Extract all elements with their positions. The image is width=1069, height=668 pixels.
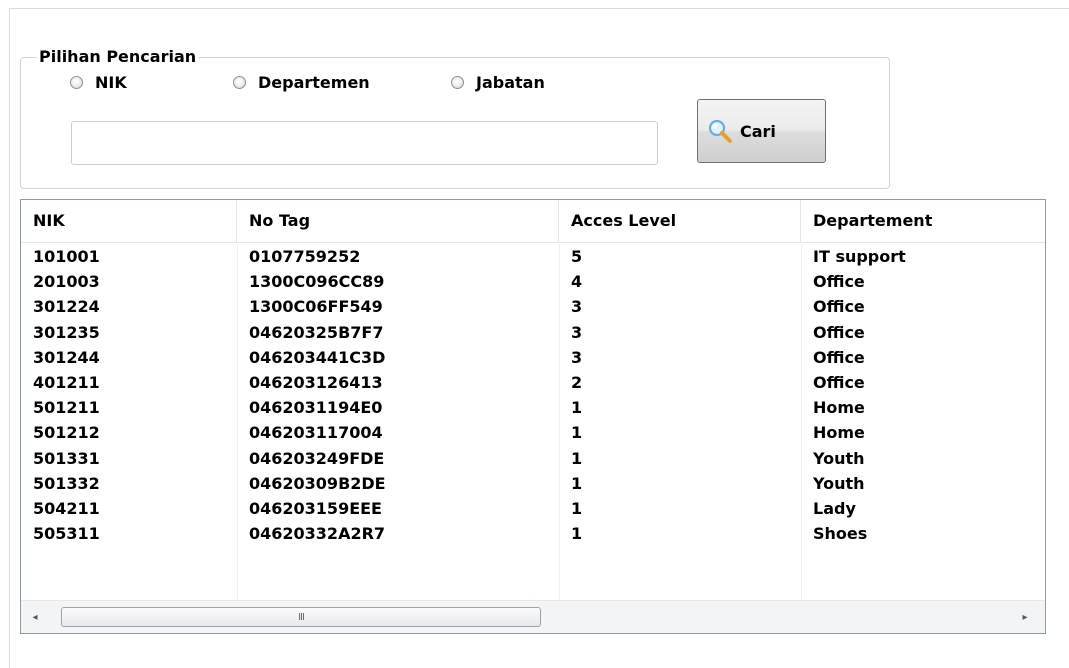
table-row[interactable]: 401211 046203126413 2 Office: [21, 370, 1045, 395]
column-header-departement[interactable]: Departement: [801, 200, 1045, 242]
radio-circle-icon: [70, 75, 83, 89]
cell-nik: 301224: [33, 297, 100, 317]
table-row[interactable]: 501212 046203117004 1 Home: [21, 420, 1045, 445]
cell-acces-level: 1: [571, 473, 583, 493]
table-row[interactable]: 504211 046203159EEE 1 Lady: [21, 496, 1045, 521]
search-input[interactable]: [71, 121, 658, 165]
cell-no-tag: 04620325B7F7: [249, 322, 384, 342]
radio-jabatan[interactable]: Jabatan: [451, 71, 545, 93]
search-button-label: Cari: [740, 121, 776, 141]
table-row[interactable]: 301244 046203441C3D 3 Office: [21, 345, 1045, 370]
cell-departement: Home: [813, 398, 865, 418]
cell-departement: Office: [813, 347, 865, 367]
cell-departement: Office: [813, 272, 865, 292]
cell-no-tag: 046203249FDE: [249, 448, 385, 468]
search-options-label: Pilihan Pencarian: [37, 47, 199, 67]
cell-acces-level: 3: [571, 347, 583, 367]
table-header: NIK No Tag Acces Level Departement: [21, 200, 1045, 243]
cell-no-tag: 046203159EEE: [249, 498, 382, 518]
cell-no-tag: 04620309B2DE: [249, 473, 386, 493]
cell-departement: Shoes: [813, 524, 868, 544]
cell-acces-level: 1: [571, 398, 583, 418]
scroll-right-arrow-icon[interactable]: ▸: [1017, 609, 1033, 625]
scroll-thumb-grip-icon: III: [298, 611, 305, 623]
cell-acces-level: 1: [571, 448, 583, 468]
table-row[interactable]: 501332 04620309B2DE 1 Youth: [21, 471, 1045, 496]
cell-departement: IT support: [813, 247, 906, 266]
cell-departement: Home: [813, 423, 865, 443]
cell-no-tag: 1300C06FF549: [249, 297, 383, 317]
cell-no-tag: 046203117004: [249, 423, 383, 443]
cell-nik: 301244: [33, 347, 100, 367]
table-row[interactable]: 501331 046203249FDE 1 Youth: [21, 446, 1045, 471]
cell-nik: 301235: [33, 322, 100, 342]
cell-departement: Office: [813, 372, 865, 392]
scroll-left-arrow-icon[interactable]: ◂: [27, 609, 43, 625]
column-header-no-tag[interactable]: No Tag: [237, 200, 559, 242]
cell-nik: 501211: [33, 398, 100, 418]
table-row[interactable]: 301235 04620325B7F7 3 Office: [21, 320, 1045, 345]
cell-departement: Youth: [813, 448, 865, 468]
table-row[interactable]: 505311 04620332A2R7 1 Shoes: [21, 521, 1045, 546]
table-body: 101001 0107759252 5 IT support 201003 1300C09…: [21, 244, 1045, 546]
radio-departemen[interactable]: Departemen: [233, 71, 370, 93]
horizontal-scrollbar[interactable]: ◂ III ▸: [21, 600, 1045, 633]
column-header-nik[interactable]: NIK: [21, 200, 237, 242]
cell-acces-level: 3: [571, 297, 583, 317]
radio-circle-icon: [451, 75, 464, 89]
table-row[interactable]: 501211 0462031194E0 1 Home: [21, 395, 1045, 420]
table-row[interactable]: 101001 0107759252 5 IT support: [21, 244, 1045, 269]
cell-acces-level: 2: [571, 372, 583, 392]
employee-table: NIK No Tag Acces Level Departement 10100…: [20, 199, 1046, 634]
cell-acces-level: 1: [571, 498, 583, 518]
cell-nik: 501331: [33, 448, 100, 468]
cell-no-tag: 04620332A2R7: [249, 524, 386, 544]
cell-no-tag: 046203126413: [249, 372, 383, 392]
cell-nik: 101001: [33, 247, 100, 266]
cell-acces-level: 3: [571, 322, 583, 342]
radio-departemen-label: Departemen: [258, 72, 370, 92]
scroll-thumb[interactable]: III: [61, 607, 541, 627]
cell-nik: 504211: [33, 498, 100, 518]
cell-nik: 501332: [33, 473, 100, 493]
cell-departement: Youth: [813, 473, 865, 493]
table-row[interactable]: 201003 1300C096CC89 4 Office: [21, 269, 1045, 294]
cell-nik: 201003: [33, 272, 100, 292]
cell-no-tag: 1300C096CC89: [249, 272, 385, 292]
cell-nik: 501212: [33, 423, 100, 443]
cell-no-tag: 046203441C3D: [249, 347, 386, 367]
radio-nik[interactable]: NIK: [70, 71, 127, 93]
cell-nik: 401211: [33, 372, 100, 392]
radio-nik-label: NIK: [95, 72, 127, 92]
cell-acces-level: 1: [571, 524, 583, 544]
cell-departement: Office: [813, 322, 865, 342]
cell-acces-level: 5: [571, 247, 583, 266]
radio-jabatan-label: Jabatan: [476, 72, 545, 92]
cell-no-tag: 0462031194E0: [249, 398, 383, 418]
cell-acces-level: 1: [571, 423, 583, 443]
cell-departement: Office: [813, 297, 865, 317]
cell-departement: Lady: [813, 498, 856, 518]
table-row[interactable]: 301224 1300C06FF549 3 Office: [21, 294, 1045, 319]
search-button[interactable]: Cari: [697, 99, 826, 163]
cell-acces-level: 4: [571, 272, 583, 292]
radio-circle-icon: [233, 75, 246, 89]
cell-nik: 505311: [33, 524, 100, 544]
cell-no-tag: 0107759252: [249, 247, 361, 266]
column-header-acces-level[interactable]: Acces Level: [559, 200, 801, 242]
magnifier-icon: [708, 119, 732, 143]
